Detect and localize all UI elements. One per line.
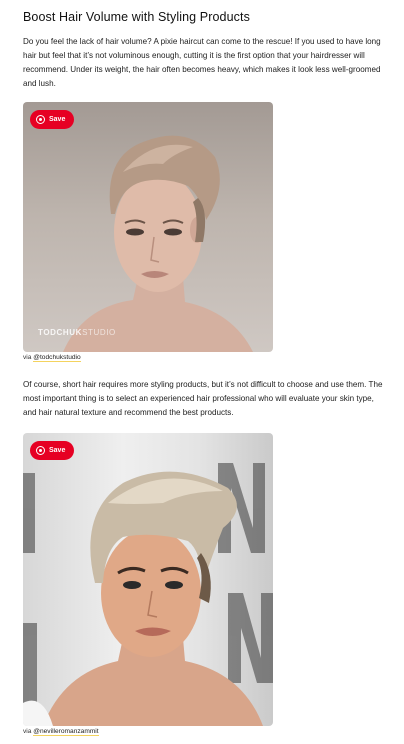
watermark-light-text: STUDIO xyxy=(82,328,116,337)
article-page: Boost Hair Volume with Styling Products … xyxy=(0,0,404,744)
image-credit-2: via @nevilleromanzammit xyxy=(23,728,99,736)
hairstyle-photo-2: Save xyxy=(23,433,273,726)
hairstyle-photo-1: Save TODCHUKSTUDIO xyxy=(23,102,273,352)
credit-prefix: via xyxy=(23,354,32,361)
pinterest-icon xyxy=(36,446,45,455)
save-button-label: Save xyxy=(49,447,66,454)
image-credit-1: via @todchukstudio xyxy=(23,354,81,362)
save-button[interactable]: Save xyxy=(30,441,75,460)
intro-paragraph: Do you feel the lack of hair volume? A p… xyxy=(23,37,381,88)
section-heading: Boost Hair Volume with Styling Products xyxy=(23,10,250,24)
styling-products-paragraph: Of course, short hair requires more styl… xyxy=(23,380,383,417)
portrait-illustration-2 xyxy=(23,463,273,726)
studio-watermark: TODCHUKSTUDIO xyxy=(38,328,116,337)
save-button-label: Save xyxy=(49,116,66,123)
credit-prefix: via xyxy=(23,728,32,735)
credit-link-todchukstudio[interactable]: @todchukstudio xyxy=(33,354,81,362)
pinterest-icon xyxy=(36,115,45,124)
watermark-bold-text: TODCHUK xyxy=(38,328,83,337)
credit-link-nevilleromanzammit[interactable]: @nevilleromanzammit xyxy=(33,728,99,736)
portrait-illustration-1 xyxy=(63,135,253,352)
save-button[interactable]: Save xyxy=(30,110,75,129)
